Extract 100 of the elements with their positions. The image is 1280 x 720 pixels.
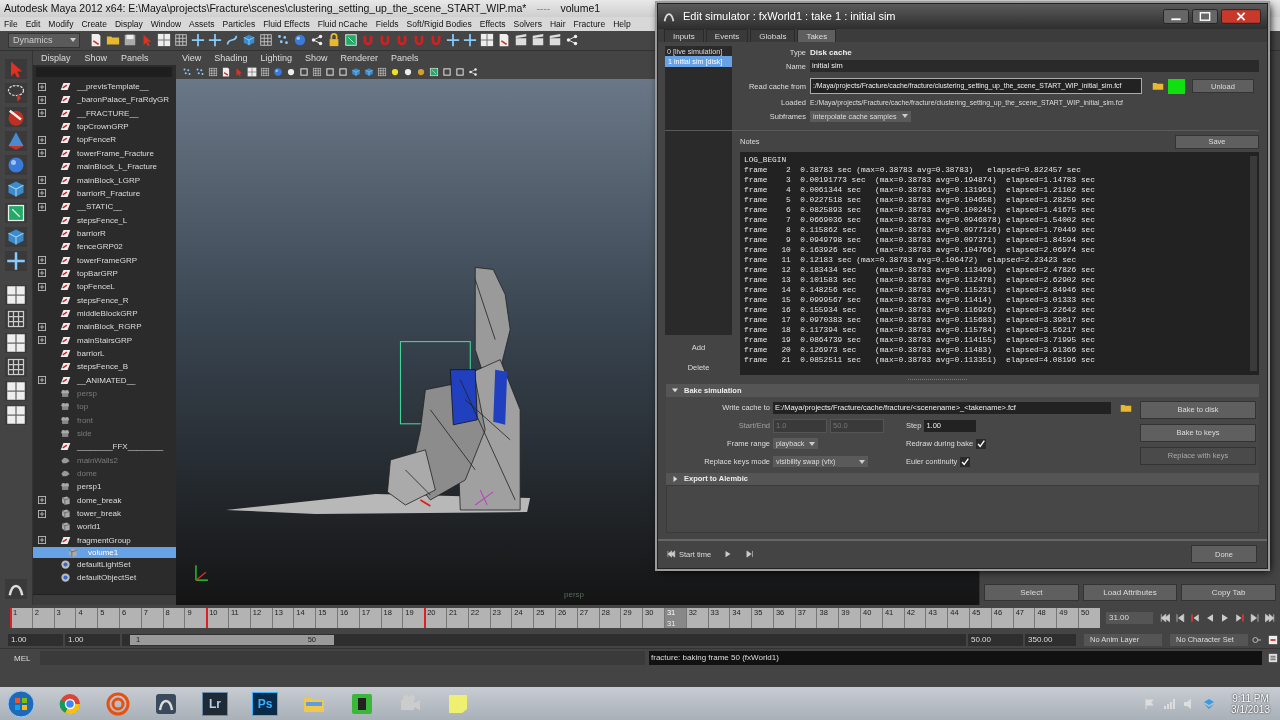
outliner-item[interactable]: persp1	[33, 480, 176, 494]
command-language-label[interactable]: MEL	[14, 653, 36, 663]
nodes-icon[interactable]	[468, 66, 478, 77]
playback-end-field[interactable]: 50.00	[968, 633, 1023, 646]
menu-item[interactable]: Assets	[189, 18, 215, 29]
outliner-item[interactable]: topBarGRP	[33, 266, 176, 281]
scroll-bar[interactable]	[33, 594, 176, 606]
move-icon[interactable]	[446, 33, 460, 48]
panel-menu-item[interactable]: Panels	[390, 52, 419, 63]
expand-icon[interactable]	[38, 82, 46, 91]
menu-item[interactable]: Particles	[222, 18, 256, 29]
menu-item[interactable]: Hair	[549, 18, 566, 29]
menu-item[interactable]: Solvers	[513, 18, 542, 29]
grid-icon[interactable]	[312, 66, 322, 77]
move-icon[interactable]	[5, 250, 27, 271]
menu-item[interactable]: Create	[81, 18, 107, 29]
outliner-item[interactable]: ________FFX________	[33, 440, 176, 454]
notes-log[interactable]	[740, 151, 1259, 375]
outliner-item[interactable]: topFenceR	[33, 133, 176, 147]
cube-icon[interactable]	[5, 226, 27, 247]
expand-icon[interactable]	[38, 322, 46, 331]
panel-menu-item[interactable]: Lighting	[260, 52, 292, 63]
expand-icon[interactable]	[38, 336, 46, 345]
outliner-item[interactable]: towerFrameGRP	[33, 253, 176, 267]
outliner-item[interactable]: defaultLightSet	[33, 557, 176, 572]
outliner-item[interactable]: __previsTemplate__	[33, 79, 176, 94]
channel-box-button[interactable]: Copy Tab	[1181, 584, 1276, 602]
menu-item[interactable]: Edit	[25, 18, 41, 29]
expand-icon[interactable]	[38, 282, 46, 291]
menu-item[interactable]: Soft/Rigid Bodies	[406, 18, 472, 29]
grid-icon[interactable]	[5, 308, 27, 329]
clapperboard-icon[interactable]	[548, 33, 562, 48]
start-time-field[interactable]: 1.00	[8, 633, 63, 646]
panel-menu-item[interactable]: Display	[41, 52, 71, 63]
document-icon[interactable]	[221, 66, 231, 77]
cube-frame-icon[interactable]	[5, 202, 27, 223]
browser-icon[interactable]	[58, 691, 82, 716]
menu-set-dropdown[interactable]: Dynamics	[8, 32, 80, 48]
grid-icon[interactable]	[259, 33, 273, 48]
outliner-item[interactable]: fenceGRP02	[33, 240, 176, 254]
expand-icon[interactable]	[38, 269, 46, 278]
channel-box-button[interactable]: Load Attributes	[1082, 584, 1178, 602]
outliner-item[interactable]: __FRACTURE__	[33, 106, 176, 120]
panel-menu-item[interactable]: Renderer	[340, 52, 378, 63]
cube-icon[interactable]	[364, 66, 374, 77]
layout-icon[interactable]	[5, 404, 27, 425]
close-button[interactable]	[1221, 8, 1261, 24]
expand-icon[interactable]	[38, 202, 46, 211]
key-icon[interactable]	[1252, 634, 1262, 645]
outliner-item[interactable]: fragmentGroup	[33, 533, 176, 547]
sphere-icon[interactable]	[5, 154, 27, 175]
app-icon[interactable]	[5, 579, 27, 600]
outliner-item[interactable]: _baronPalace_FraRdyGR	[33, 93, 176, 107]
outliner-item[interactable]: topCrownGRP	[33, 119, 176, 134]
menu-item[interactable]: Effects	[479, 18, 506, 29]
folder-icon[interactable]	[1152, 80, 1164, 93]
layout-icon[interactable]	[247, 66, 257, 77]
current-time-field[interactable]: 31.00	[1106, 612, 1153, 625]
outliner-item[interactable]: tower_break	[33, 506, 176, 521]
sphere-icon[interactable]	[273, 66, 283, 77]
step-forward-icon[interactable]	[1249, 612, 1261, 625]
outliner-item[interactable]: mainStairsGRP	[33, 333, 176, 347]
grid-icon[interactable]	[260, 66, 270, 77]
menu-item[interactable]: Fracture	[573, 18, 606, 29]
expand-icon[interactable]	[38, 135, 46, 144]
expand-icon[interactable]	[38, 536, 46, 545]
outliner-item[interactable]: mainBlock_L_Fracture	[33, 160, 176, 174]
particles-icon[interactable]	[182, 66, 192, 77]
step-back-icon[interactable]	[1174, 612, 1186, 625]
cube-icon[interactable]	[5, 178, 27, 199]
outliner-item[interactable]: barriorL	[33, 346, 176, 361]
panel-menu-item[interactable]: View	[182, 52, 202, 63]
outliner-item[interactable]: topFenceL	[33, 280, 176, 294]
move-icon[interactable]	[208, 33, 222, 48]
outliner-item[interactable]: middleBlockGRP	[33, 306, 176, 321]
filter-field[interactable]	[36, 66, 172, 77]
minimize-button[interactable]	[1163, 8, 1189, 24]
checkbox[interactable]	[960, 456, 971, 467]
cube-icon[interactable]	[242, 33, 256, 48]
ball-icon[interactable]	[416, 66, 426, 77]
outliner-item[interactable]: stepsFence_L	[33, 213, 176, 227]
panel-menu-item[interactable]: Show	[84, 52, 108, 63]
menu-item[interactable]: Display	[114, 18, 143, 29]
grid-icon[interactable]	[208, 66, 218, 77]
expand-icon[interactable]	[38, 189, 46, 198]
step-back-key-icon[interactable]	[1189, 612, 1201, 625]
panel-menu-item[interactable]: Show	[304, 52, 328, 63]
panel-menu-item[interactable]: Panels	[121, 52, 149, 63]
playback-start-field[interactable]: 1.00	[65, 633, 120, 646]
layout-icon[interactable]	[480, 33, 494, 48]
menu-item[interactable]: Window	[150, 18, 182, 29]
ball-icon[interactable]	[403, 66, 413, 77]
maximize-button[interactable]	[1192, 8, 1218, 24]
step-forward-key-icon[interactable]	[1234, 612, 1246, 625]
outliner-item[interactable]: world1	[33, 520, 176, 534]
expand-icon[interactable]	[38, 496, 46, 505]
checkbox[interactable]	[976, 438, 987, 449]
document-icon[interactable]	[497, 33, 511, 48]
menu-item[interactable]: Modify	[48, 18, 74, 29]
nodes-icon[interactable]	[310, 33, 324, 48]
